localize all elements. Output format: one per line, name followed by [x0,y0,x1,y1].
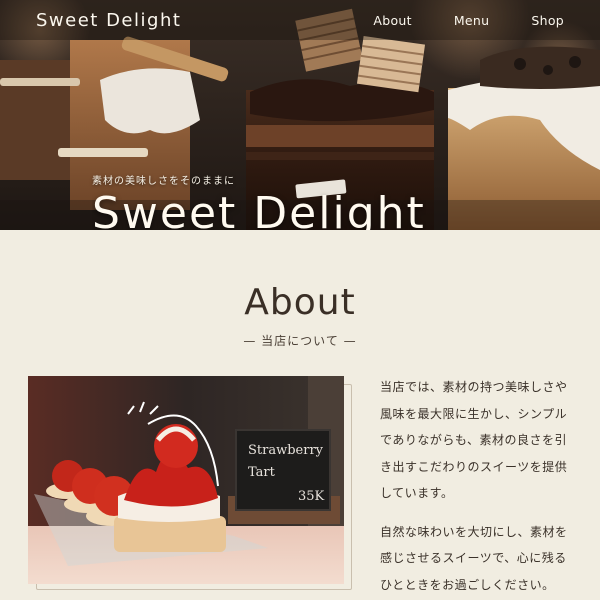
nav-link-about[interactable]: About [373,13,411,28]
about-subheading: — 当店について — [243,334,357,348]
about-paragraph-2: 自然な味わいを大切にし、素材を感じさせるスイーツで、心に残るひとときをお過ごしく… [380,524,568,592]
hero-banner: Sweet Delight About Menu Shop 素材の美味しさをその… [0,0,600,230]
sign-price: 35K [298,489,325,504]
strawberry-tart-photo: Strawberry Tart 35K [28,376,344,584]
main-nav: About Menu Shop [331,13,564,28]
sign-line-1: Strawberry [248,443,324,458]
nav-link-menu[interactable]: Menu [454,13,490,28]
about-paragraph-1: 当店では、素材の持つ美味しさや風味を最大限に生かし、シンプルでありながらも、素材… [380,380,568,500]
site-header: Sweet Delight About Menu Shop [0,0,600,40]
about-description: 当店では、素材の持つ美味しさや風味を最大限に生かし、シンプルでありながらも、素材… [380,374,576,600]
site-logo[interactable]: Sweet Delight [36,10,181,31]
nav-link-shop[interactable]: Shop [531,13,564,28]
hero-title: Sweet Delight [92,188,426,230]
about-photo: Strawberry Tart 35K [28,376,344,584]
about-heading: About [244,282,356,323]
sign-line-2: Tart [248,465,276,480]
